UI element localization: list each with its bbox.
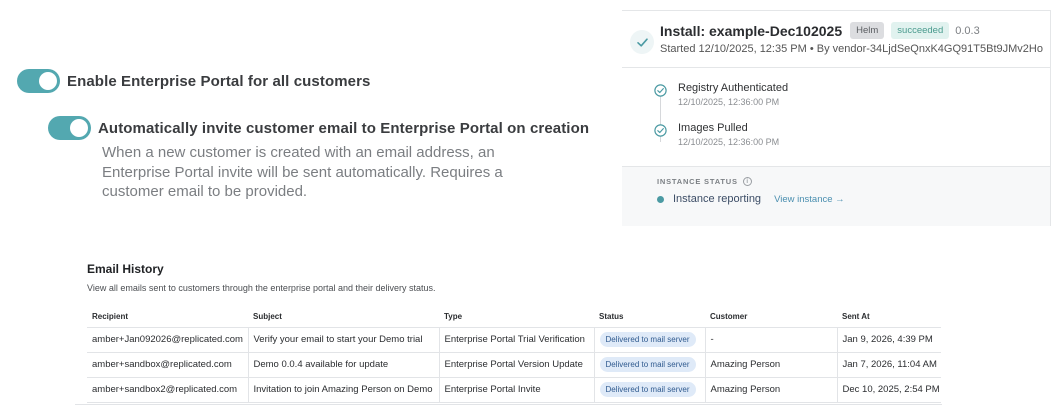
instance-status-box: INSTANCE STATUS i Instance reporting Vie… [622, 166, 1050, 226]
install-panel: Install: example-Dec102025 Helm succeede… [622, 0, 1051, 226]
table-row[interactable]: amber+Jan092026@replicated.com Verify yo… [87, 327, 941, 353]
column-header-subject[interactable]: Subject [248, 306, 439, 328]
enable-portal-label: Enable Enterprise Portal for all custome… [67, 72, 371, 90]
divider [622, 67, 1050, 68]
step-title: Images Pulled [678, 122, 748, 134]
enable-portal-toggle[interactable] [17, 69, 60, 93]
instance-status-heading-text: INSTANCE STATUS [657, 177, 738, 186]
instance-status-row: Instance reporting View instance → [657, 193, 845, 205]
delivered-badge: Delivered to mail server [599, 332, 696, 347]
recipient-cell: amber+sandbox@replicated.com [87, 352, 248, 378]
customer-cell: - [704, 327, 837, 353]
timeline-step: Registry Authenticated 12/10/2025, 12:36… [654, 82, 788, 107]
install-title-row: Install: example-Dec102025 Helm succeede… [660, 22, 980, 39]
info-icon[interactable]: i [742, 177, 752, 186]
column-header-customer[interactable]: Customer [705, 306, 837, 328]
helm-badge: Helm [850, 22, 885, 39]
status-cell: Delivered to mail server [593, 352, 705, 378]
auto-invite-setting: Automatically invite customer email to E… [48, 116, 589, 140]
auto-invite-toggle[interactable] [48, 116, 91, 140]
install-version: 0.0.3 [955, 24, 980, 37]
status-cell: Delivered to mail server [593, 327, 705, 353]
table-header-row: Recipient Subject Type Status Customer S… [87, 306, 941, 328]
sent-at-cell: Jan 7, 2026, 11:04 AM [836, 352, 941, 378]
status-badge: succeeded [891, 22, 950, 39]
toggle-knob [70, 119, 88, 137]
step-time: 12/10/2025, 12:36:00 PM [678, 97, 780, 107]
panel-border [622, 10, 1051, 11]
auto-invite-description: When a new customer is created with an e… [102, 144, 503, 200]
subject-cell: Invitation to join Amazing Person on Dem… [247, 377, 439, 403]
table-row[interactable]: amber+sandbox2@replicated.com Invitation… [87, 377, 941, 403]
instance-status-text: Instance reporting [673, 193, 762, 205]
sent-at-cell: Dec 10, 2025, 2:54 PM [836, 377, 941, 403]
column-header-type[interactable]: Type [439, 306, 594, 328]
recipient-cell: amber+Jan092026@replicated.com [87, 327, 248, 353]
check-circle-icon [654, 84, 667, 97]
install-title: Install: example-Dec102025 [660, 22, 843, 39]
type-cell: Enterprise Portal Version Update [438, 352, 594, 378]
timeline-step: Images Pulled 12/10/2025, 12:36:00 PM [654, 122, 779, 147]
instance-status-heading: INSTANCE STATUS i [657, 177, 752, 186]
step-title: Registry Authenticated [678, 82, 789, 94]
check-icon [630, 30, 654, 54]
column-header-sent-at[interactable]: Sent At [837, 306, 941, 328]
sent-at-cell: Jan 9, 2026, 4:39 PM [836, 327, 941, 353]
status-cell: Delivered to mail server [593, 377, 705, 403]
subject-cell: Verify your email to start your Demo tri… [247, 327, 439, 353]
table-bottom-divider [75, 404, 942, 405]
status-dot-icon [657, 195, 664, 203]
enable-portal-setting: Enable Enterprise Portal for all custome… [17, 69, 370, 93]
table-row[interactable]: amber+sandbox@replicated.com Demo 0.0.4 … [87, 352, 941, 378]
check-circle-icon [654, 124, 667, 137]
view-instance-link[interactable]: View instance → [774, 194, 845, 205]
delivered-badge: Delivered to mail server [599, 357, 696, 372]
column-header-status[interactable]: Status [594, 306, 705, 328]
column-header-recipient[interactable]: Recipient [87, 306, 248, 328]
auto-invite-label: Automatically invite customer email to E… [98, 119, 590, 137]
recipient-cell: amber+sandbox2@replicated.com [87, 377, 248, 403]
delivered-badge: Delivered to mail server [599, 382, 696, 397]
email-history-subtitle: View all emails sent to customers throug… [87, 283, 436, 293]
customer-cell: Amazing Person [704, 352, 837, 378]
type-cell: Enterprise Portal Invite [438, 377, 594, 403]
step-time: 12/10/2025, 12:36:00 PM [678, 137, 780, 147]
install-started-text: Started 12/10/2025, 12:35 PM • By vendor… [660, 43, 1043, 55]
email-history-table: Recipient Subject Type Status Customer S… [87, 306, 941, 403]
type-cell: Enterprise Portal Trial Verification [438, 327, 594, 353]
email-history-title: Email History [87, 262, 164, 276]
customer-cell: Amazing Person [704, 377, 837, 403]
toggle-knob [39, 72, 57, 90]
subject-cell: Demo 0.0.4 available for update [247, 352, 439, 378]
